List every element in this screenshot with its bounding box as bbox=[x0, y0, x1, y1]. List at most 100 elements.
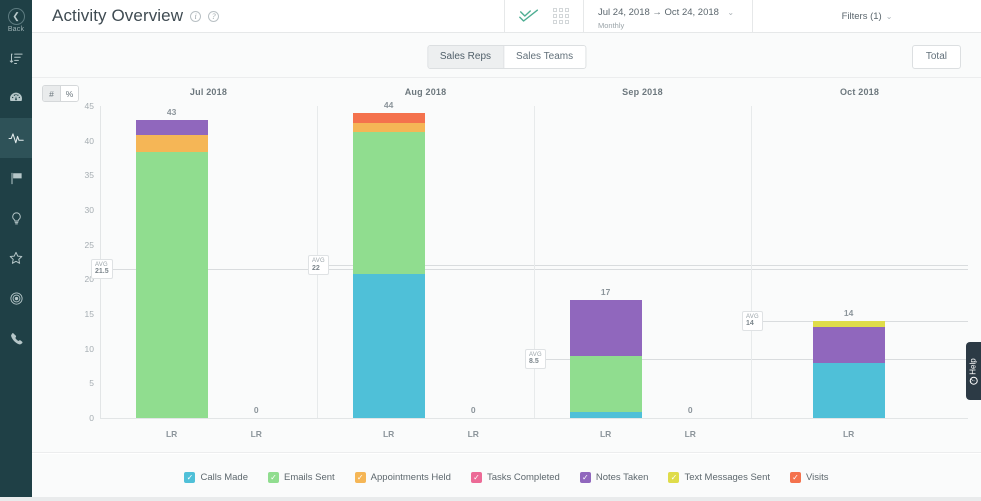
average-badge: AVG8.5 bbox=[525, 349, 546, 369]
period-label: Aug 2018 bbox=[317, 87, 534, 97]
page-title: Activity Overview bbox=[52, 6, 183, 26]
period-label: Oct 2018 bbox=[751, 87, 968, 97]
legend-label: Appointments Held bbox=[371, 472, 451, 483]
average-badge-value: 21.5 bbox=[95, 268, 109, 275]
help-tab-label: Help bbox=[969, 358, 978, 374]
legend-checkbox[interactable]: ✓ bbox=[471, 472, 482, 483]
date-range-picker[interactable]: Jul 24, 2018 → Oct 24, 2018 ⌄ Monthly bbox=[584, 0, 752, 32]
average-badge-value: 22 bbox=[312, 265, 325, 272]
chart-bar[interactable]: 43 bbox=[136, 120, 208, 418]
total-button[interactable]: Total bbox=[912, 45, 961, 69]
legend-label: Text Messages Sent bbox=[684, 472, 770, 483]
back-button[interactable]: ❮ Back bbox=[0, 0, 32, 38]
tab-sales-teams[interactable]: Sales Teams bbox=[504, 46, 585, 68]
legend-item[interactable]: ✓ Emails Sent bbox=[268, 472, 335, 483]
title-zone: Activity Overview i ? bbox=[32, 0, 504, 32]
chart-bar[interactable]: 17 bbox=[570, 300, 642, 418]
legend-label: Emails Sent bbox=[284, 472, 335, 483]
chart-plot: 454035302520151050Jul 2018AVG21.543LR0LR… bbox=[32, 78, 981, 453]
line-chart-icon[interactable] bbox=[519, 8, 539, 24]
info-icon[interactable]: i bbox=[190, 11, 201, 22]
bar-segment[interactable] bbox=[353, 113, 425, 123]
legend-checkbox[interactable]: ✓ bbox=[355, 472, 366, 483]
sidebar-item-favorites[interactable] bbox=[0, 238, 32, 278]
bar-segment[interactable] bbox=[136, 135, 208, 152]
legend-item[interactable]: ✓ Tasks Completed bbox=[471, 472, 560, 483]
chart-period-group: Aug 2018AVG2244LR0LR bbox=[317, 78, 534, 453]
bar-value-label: 0 bbox=[220, 405, 292, 415]
unit-percent-button[interactable]: % bbox=[61, 86, 78, 101]
view-segmented-control: Sales Reps Sales Teams bbox=[427, 45, 586, 69]
sidebar-item-targets[interactable] bbox=[0, 278, 32, 318]
legend-item[interactable]: ✓ Text Messages Sent bbox=[668, 472, 770, 483]
legend-checkbox[interactable]: ✓ bbox=[184, 472, 195, 483]
bar-value-label: 0 bbox=[437, 405, 509, 415]
filters-dropdown[interactable]: Filters (1) ⌄ bbox=[753, 0, 981, 32]
chevron-down-icon: ⌄ bbox=[727, 8, 734, 17]
sidebar-item-calls[interactable] bbox=[0, 318, 32, 358]
help-tab-button[interactable]: ? Help bbox=[966, 342, 981, 400]
average-badge: AVG22 bbox=[308, 255, 329, 275]
sidebar-item-activity[interactable] bbox=[0, 118, 32, 158]
chart-bar[interactable]: 44 bbox=[353, 113, 425, 418]
bar-segment[interactable] bbox=[570, 412, 642, 418]
y-axis-tick: 15 bbox=[32, 309, 94, 319]
legend-checkbox[interactable]: ✓ bbox=[268, 472, 279, 483]
legend-label: Notes Taken bbox=[596, 472, 649, 483]
activity-overview-page: ❮ Back bbox=[0, 0, 981, 501]
bar-segment[interactable] bbox=[136, 152, 208, 418]
legend-item[interactable]: ✓ Appointments Held bbox=[355, 472, 451, 483]
chart-legend: ✓Calls Made✓Emails Sent✓Appointments Hel… bbox=[32, 454, 981, 501]
bar-x-label: LR bbox=[353, 429, 425, 439]
average-badge-label: AVG bbox=[312, 258, 325, 264]
tab-sales-reps[interactable]: Sales Reps bbox=[428, 46, 503, 68]
legend-label: Tasks Completed bbox=[487, 472, 560, 483]
legend-checkbox[interactable]: ✓ bbox=[580, 472, 591, 483]
sidebar-item-dashboard[interactable] bbox=[0, 78, 32, 118]
bar-x-label: LR bbox=[136, 429, 208, 439]
bar-stack bbox=[136, 120, 208, 418]
legend-checkbox[interactable]: ✓ bbox=[790, 472, 801, 483]
bar-stack bbox=[570, 300, 642, 418]
page-header: Activity Overview i ? Jul 24, 2018 → Oct… bbox=[32, 0, 981, 33]
bar-segment[interactable] bbox=[570, 356, 642, 412]
sidebar-item-insights[interactable] bbox=[0, 198, 32, 238]
bottom-strip bbox=[0, 497, 981, 501]
period-separator bbox=[534, 106, 535, 418]
bar-segment[interactable] bbox=[813, 363, 885, 418]
legend-item[interactable]: ✓Calls Made bbox=[184, 472, 248, 483]
bar-x-label: LR bbox=[654, 429, 726, 439]
sidebar-item-goals[interactable] bbox=[0, 158, 32, 198]
bar-segment[interactable] bbox=[570, 300, 642, 355]
bar-segment[interactable] bbox=[353, 123, 425, 133]
unit-toggle-group: # % bbox=[42, 85, 79, 102]
help-tab-inner: ? Help bbox=[969, 358, 978, 384]
bar-x-label: LR bbox=[570, 429, 642, 439]
bar-value-label: 0 bbox=[654, 405, 726, 415]
y-axis-tick: 30 bbox=[32, 205, 94, 215]
sidebar-item-sort[interactable] bbox=[0, 38, 32, 78]
legend-checkbox[interactable]: ✓ bbox=[668, 472, 679, 483]
chart-container: # % 454035302520151050Jul 2018AVG21.543L… bbox=[32, 78, 981, 453]
average-badge-value: 14 bbox=[746, 320, 759, 327]
bar-segment[interactable] bbox=[813, 327, 885, 364]
y-axis-tick: 5 bbox=[32, 378, 94, 388]
grid-view-icon[interactable] bbox=[553, 8, 569, 24]
bar-segment[interactable] bbox=[136, 120, 208, 135]
filters-label: Filters (1) bbox=[842, 11, 882, 22]
legend-label: Visits bbox=[806, 472, 829, 483]
bar-value-label: 43 bbox=[136, 107, 208, 117]
unit-count-button[interactable]: # bbox=[43, 86, 60, 101]
average-badge-value: 8.5 bbox=[529, 358, 542, 365]
chevron-left-icon: ❮ bbox=[8, 8, 25, 25]
bar-value-label: 17 bbox=[570, 287, 642, 297]
bar-segment[interactable] bbox=[353, 274, 425, 418]
bar-segment[interactable] bbox=[353, 132, 425, 274]
help-icon[interactable]: ? bbox=[208, 11, 219, 22]
legend-item[interactable]: ✓ Notes Taken bbox=[580, 472, 649, 483]
chart-bar[interactable]: 14 bbox=[813, 321, 885, 418]
bar-stack bbox=[813, 321, 885, 418]
y-axis-tick: 35 bbox=[32, 170, 94, 180]
legend-item[interactable]: ✓ Visits bbox=[790, 472, 829, 483]
average-badge: AVG21.5 bbox=[91, 259, 113, 279]
